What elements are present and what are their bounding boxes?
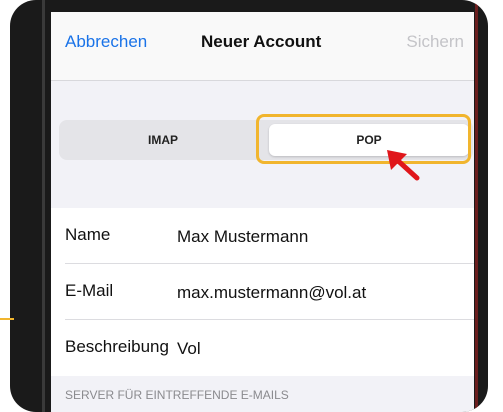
email-field[interactable]: max.mustermann@vol.at (177, 283, 366, 303)
segment-imap[interactable]: IMAP (63, 124, 263, 156)
save-button[interactable]: Sichern (406, 32, 464, 52)
description-field[interactable]: Vol (177, 339, 201, 359)
pointer-arrow-icon (387, 150, 420, 181)
device-frame: Abbrechen Neuer Account Sichern IMAP POP… (10, 0, 488, 412)
new-account-screen: Abbrechen Neuer Account Sichern IMAP POP… (51, 12, 474, 412)
account-form: Name Max Mustermann E-Mail max.musterman… (51, 208, 474, 376)
name-label: Name (65, 225, 111, 244)
pop-highlight-outline (256, 114, 471, 164)
navigation-bar: Abbrechen Neuer Account Sichern (51, 12, 474, 81)
page-title: Neuer Account (201, 32, 322, 51)
name-row: Name Max Mustermann (51, 208, 474, 264)
name-field[interactable]: Max Mustermann (177, 227, 308, 247)
email-label: E-Mail (65, 281, 114, 300)
email-row: E-Mail max.mustermann@vol.at (51, 264, 474, 320)
bezel-line (42, 0, 45, 412)
description-label: Beschreibung (65, 337, 169, 356)
callout-line (0, 318, 14, 320)
bezel-edge (475, 0, 478, 412)
cancel-button[interactable]: Abbrechen (65, 32, 147, 52)
description-row: Beschreibung Vol (51, 320, 474, 376)
incoming-server-section-header: SERVER FÜR EINTREFFENDE E-MAILS (65, 388, 289, 402)
